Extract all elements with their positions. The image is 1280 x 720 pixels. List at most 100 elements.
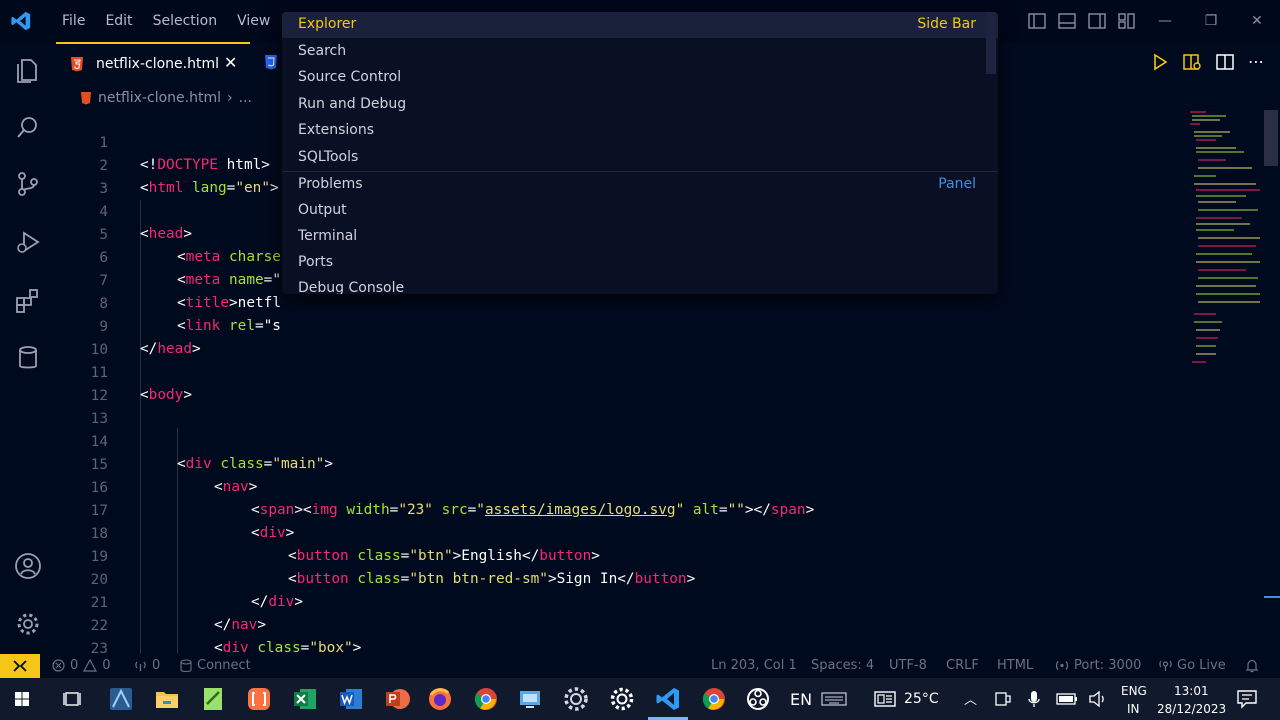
palette-item-extensions[interactable]: Extensions [282, 118, 998, 144]
account-icon[interactable] [14, 552, 42, 580]
indentation[interactable]: Spaces: 4 [811, 658, 874, 673]
remote-indicator[interactable] [0, 654, 40, 678]
code-line: 15 <nav> [56, 432, 1186, 495]
powerpoint-icon[interactable] [383, 685, 411, 713]
volume-icon[interactable] [1088, 690, 1108, 708]
error-icon [52, 659, 65, 672]
run-icon[interactable] [1152, 53, 1168, 71]
activity-bar [0, 42, 56, 654]
notifications-bell-icon[interactable] [1245, 659, 1259, 673]
live-server-port[interactable]: Port: 3000 [1055, 658, 1141, 673]
close-window-icon[interactable]: ✕ [1234, 13, 1280, 29]
scrollbar-thumb[interactable] [1264, 110, 1278, 166]
windows-settings-icon[interactable] [608, 685, 636, 713]
split-editor-icon[interactable] [1216, 53, 1234, 71]
broadcast-icon [1055, 661, 1069, 670]
remote-desktop-icon[interactable] [516, 685, 544, 713]
tray-app-icon[interactable] [994, 691, 1012, 707]
source-control-icon[interactable] [14, 170, 42, 198]
palette-item-terminal[interactable]: Terminal [282, 224, 998, 250]
code-line: 21 </nav> [56, 570, 1186, 633]
menu-view[interactable]: View [227, 0, 280, 42]
end-of-line[interactable]: CRLF [946, 658, 979, 673]
customize-layout-icon[interactable] [1118, 13, 1136, 29]
temperature[interactable]: 25°C [904, 691, 939, 707]
minimap[interactable] [1186, 110, 1264, 380]
word-icon[interactable] [337, 685, 365, 713]
code-line: 20 </div> [56, 547, 1186, 610]
palette-item-debug-console[interactable]: Debug Console [282, 276, 998, 294]
obs-icon[interactable] [744, 685, 772, 713]
excel-icon[interactable] [291, 685, 319, 713]
window-controls: — ❐ ✕ [1022, 0, 1280, 42]
chrome-profile-icon[interactable] [700, 685, 728, 713]
menu-edit[interactable]: Edit [95, 0, 142, 42]
battery-icon[interactable] [1056, 692, 1078, 706]
manage-gear-icon[interactable] [14, 610, 42, 638]
clock-time[interactable]: 13:01 [1174, 684, 1209, 698]
breadcrumb-file[interactable]: netflix-clone.html [98, 90, 221, 106]
palette-item-search[interactable]: Search [282, 39, 998, 65]
code-line: 23 [56, 616, 1186, 657]
maximize-icon[interactable]: ❐ [1188, 13, 1234, 29]
radio-tower-icon [1159, 660, 1172, 671]
show-hidden-icons-chevron-icon[interactable]: ︿ [964, 689, 977, 708]
status-bar: 0 0 0 Connect Ln 203, Col 1 Spaces: 4 UT… [0, 654, 1280, 678]
more-actions-icon[interactable]: ⋯ [1248, 52, 1264, 71]
toggle-primary-sidebar-icon[interactable] [1028, 13, 1046, 29]
css3-icon[interactable] [264, 54, 278, 70]
app-icon-blue[interactable] [107, 685, 135, 713]
sqltools-database-icon[interactable] [14, 344, 42, 372]
brackets-app-icon[interactable] [245, 685, 273, 713]
palette-item-explorer[interactable]: Explorer Side Bar [282, 12, 998, 38]
code-line: 12 [56, 363, 1186, 404]
settings-tool-icon[interactable] [562, 685, 590, 713]
tab-netflix-clone-html[interactable]: netflix-clone.html ✕ [56, 42, 250, 84]
palette-item-ports[interactable]: Ports [282, 250, 998, 276]
encoding[interactable]: UTF-8 [889, 658, 927, 673]
input-language[interactable]: EN [790, 690, 812, 709]
palette-item-output[interactable]: Output [282, 198, 998, 224]
firefox-icon[interactable] [426, 685, 454, 713]
close-icon[interactable]: ✕ [224, 53, 237, 72]
news-weather-icon[interactable] [874, 690, 896, 708]
connect-button[interactable]: Connect [180, 658, 251, 673]
breadcrumb-separator: › [227, 90, 233, 106]
language-mode[interactable]: HTML [997, 658, 1033, 673]
palette-item-source-control[interactable]: Source Control [282, 65, 998, 91]
ime-language-top[interactable]: ENG [1121, 684, 1147, 698]
cursor-position[interactable]: Ln 203, Col 1 [711, 658, 797, 673]
palette-item-run-and-debug[interactable]: Run and Debug [282, 92, 998, 118]
go-live-button[interactable]: Go Live [1159, 658, 1226, 673]
vscode-taskbar-icon[interactable] [654, 685, 682, 713]
file-explorer-icon[interactable] [153, 685, 181, 713]
chrome-icon[interactable] [472, 685, 500, 713]
vscode-logo-icon[interactable] [10, 10, 32, 32]
problems-indicator[interactable]: 0 0 [52, 658, 111, 673]
palette-scrollbar[interactable] [986, 12, 996, 74]
ports-indicator[interactable]: 0 [134, 658, 160, 673]
code-line: 17 <div> [56, 478, 1186, 541]
microphone-icon[interactable] [1026, 690, 1042, 708]
breadcrumb-symbol[interactable]: ... [239, 90, 252, 106]
open-changes-icon[interactable] [1182, 53, 1202, 71]
keyboard-icon[interactable] [820, 689, 848, 709]
database-icon [180, 658, 192, 672]
task-view-icon[interactable] [58, 685, 86, 713]
ime-language-bottom[interactable]: IN [1127, 702, 1140, 716]
menu-selection[interactable]: Selection [143, 0, 228, 42]
notepad-plus-icon[interactable] [199, 685, 227, 713]
notification-center-icon[interactable] [1236, 689, 1258, 709]
toggle-secondary-sidebar-icon[interactable] [1088, 13, 1106, 29]
extensions-icon[interactable] [14, 286, 42, 314]
toggle-panel-icon[interactable] [1058, 13, 1076, 29]
windows-start-icon[interactable] [10, 687, 34, 711]
run-debug-icon[interactable] [14, 228, 42, 256]
minimize-icon[interactable]: — [1142, 13, 1188, 29]
menu-file[interactable]: File [52, 0, 95, 42]
search-icon[interactable] [14, 114, 42, 142]
palette-item-sqltools[interactable]: SQLTools [282, 145, 998, 171]
clock-date[interactable]: 28/12/2023 [1157, 702, 1226, 716]
explorer-icon[interactable] [14, 56, 42, 84]
palette-item-problems[interactable]: Problems Panel [282, 172, 998, 198]
